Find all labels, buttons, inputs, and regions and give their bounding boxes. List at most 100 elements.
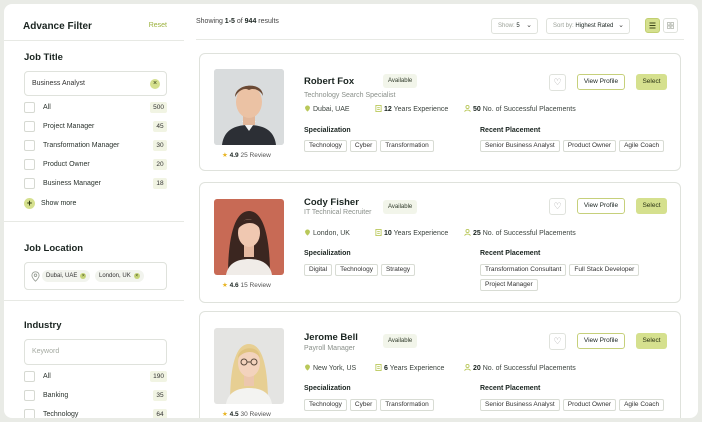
industry-option[interactable]: All 190 xyxy=(24,370,167,384)
candidate-rating: ★ 4.6 15 Review xyxy=(222,281,271,289)
results-panel: Showing 1-5 of 944 results Show: 5 ⌄ Sor… xyxy=(196,4,698,418)
user-icon xyxy=(464,229,471,236)
review-count: 25 xyxy=(240,152,248,159)
job-title-option[interactable]: All 500 xyxy=(24,101,167,115)
favorite-heart-icon[interactable]: ♡ xyxy=(549,74,566,91)
results-of: of xyxy=(234,18,245,25)
candidate-card[interactable]: ★ 4.6 15 Review Cody Fisher Available IT… xyxy=(199,182,681,303)
toolbar-divider xyxy=(196,39,684,40)
job-title-option[interactable]: Transformation Manager 30 xyxy=(24,139,167,153)
favorite-heart-icon[interactable]: ♡ xyxy=(549,333,566,350)
clear-icon[interactable]: × xyxy=(150,79,160,89)
job-title-option[interactable]: Business Manager 18 xyxy=(24,177,167,191)
results-prefix: Showing xyxy=(196,18,225,25)
industry-option[interactable]: Banking 35 xyxy=(24,389,167,403)
job-location-input[interactable]: Dubai, UAE × London, UK × xyxy=(24,262,167,290)
tag: Product Owner xyxy=(562,140,617,152)
location-pin-icon xyxy=(31,271,40,282)
job-location-heading: Job Location xyxy=(24,243,84,254)
checkbox[interactable] xyxy=(24,159,35,170)
select-button[interactable]: Select xyxy=(636,74,667,90)
favorite-heart-icon[interactable]: ♡ xyxy=(549,198,566,215)
checkbox[interactable] xyxy=(24,178,35,189)
checkbox[interactable] xyxy=(24,409,35,418)
chip-label: Dubai, UAE xyxy=(46,273,78,279)
view-profile-button[interactable]: View Profile xyxy=(577,333,625,349)
grid-view-button[interactable] xyxy=(663,18,678,33)
candidate-card[interactable]: ★ 4.5 30 Review Jerome Bell Available Pa… xyxy=(199,311,681,418)
results-range: 1-5 xyxy=(224,18,235,25)
candidate-location: London, UK xyxy=(304,229,350,237)
divider xyxy=(4,40,184,41)
plus-icon: + xyxy=(24,198,35,209)
list-view-button[interactable] xyxy=(645,18,660,33)
location-chip[interactable]: Dubai, UAE × xyxy=(42,270,91,282)
remove-chip-icon[interactable]: × xyxy=(80,273,87,279)
specialization-tags: Digital Technology Strategy xyxy=(304,264,474,276)
select-button[interactable]: Select xyxy=(636,198,667,214)
option-count: 35 xyxy=(153,390,167,401)
location-chip[interactable]: London, UK × xyxy=(95,270,144,282)
option-count: 30 xyxy=(153,140,167,151)
location-text: London, UK xyxy=(313,230,350,237)
status-badge: Available xyxy=(383,200,418,214)
view-profile-button[interactable]: View Profile xyxy=(577,198,625,214)
candidate-role: Technology Search Specialist xyxy=(304,92,396,99)
option-label: Technology xyxy=(43,411,79,418)
user-icon xyxy=(464,105,471,112)
sort-value: Highest Rated xyxy=(575,23,614,29)
specialization-tags: Technology Cyber Transformation xyxy=(304,140,474,152)
tag: Full Stack Developer xyxy=(569,264,640,276)
checkbox[interactable] xyxy=(24,102,35,113)
candidate-rating: ★ 4.9 25 Review xyxy=(222,151,271,159)
reset-link[interactable]: Reset xyxy=(149,22,167,29)
select-button[interactable]: Select xyxy=(636,333,667,349)
years-value: 12 xyxy=(384,106,392,113)
industry-option[interactable]: Technology 64 xyxy=(24,408,167,418)
candidate-card[interactable]: ★ 4.9 25 Review Robert Fox Available Tec… xyxy=(199,53,681,171)
tag: Senior Business Analyst xyxy=(480,140,560,152)
checkbox[interactable] xyxy=(24,390,35,401)
sort-select[interactable]: Sort by: Highest Rated ⌄ xyxy=(546,18,630,34)
location-text: Dubai, UAE xyxy=(313,106,350,113)
specialization-heading: Specialization xyxy=(304,385,351,392)
rating-value: 4.9 xyxy=(229,152,239,159)
industry-keyword-input[interactable]: Keyword xyxy=(24,339,167,365)
candidate-photo xyxy=(214,328,284,404)
show-count-select[interactable]: Show: 5 ⌄ xyxy=(491,18,538,34)
location-pin-icon xyxy=(305,229,310,236)
candidate-name: Cody Fisher xyxy=(304,197,359,208)
specialization-heading: Specialization xyxy=(304,127,351,134)
industry-heading: Industry xyxy=(24,320,62,331)
option-label: Banking xyxy=(43,392,69,399)
results-total: 944 xyxy=(244,18,257,25)
star-icon: ★ xyxy=(222,152,228,159)
document-icon xyxy=(375,229,382,236)
candidate-experience: 6 Years Experience xyxy=(375,364,444,372)
candidate-placements: 20 No. of Successful Placements xyxy=(464,364,576,372)
option-label: Product Owner xyxy=(43,161,90,168)
job-title-search-value: Business Analyst xyxy=(32,80,85,87)
location-pin-icon xyxy=(305,105,310,112)
job-title-search-input[interactable]: Business Analyst × xyxy=(24,71,167,96)
recent-placement-tags: Transformation Consultant Full Stack Dev… xyxy=(480,264,675,291)
checkbox[interactable] xyxy=(24,140,35,151)
specialization-heading: Specialization xyxy=(304,250,351,257)
placements-value: 20 xyxy=(473,365,481,372)
job-title-option[interactable]: Product Owner 20 xyxy=(24,158,167,172)
checkbox[interactable] xyxy=(24,121,35,132)
tag: Transformation Consultant xyxy=(480,264,567,276)
user-icon xyxy=(464,364,471,371)
candidate-photo xyxy=(214,199,284,275)
tag: Cyber xyxy=(349,140,378,152)
app-frame: Advance Filter Reset Job Title Business … xyxy=(4,4,698,418)
placements-label: No. of Successful Placements xyxy=(482,230,576,237)
option-count: 20 xyxy=(153,159,167,170)
filter-title: Advance Filter xyxy=(23,21,92,32)
years-value: 10 xyxy=(384,230,392,237)
checkbox[interactable] xyxy=(24,371,35,382)
job-title-option[interactable]: Project Manager 45 xyxy=(24,120,167,134)
view-profile-button[interactable]: View Profile xyxy=(577,74,625,90)
rating-value: 4.6 xyxy=(229,282,239,289)
remove-chip-icon[interactable]: × xyxy=(133,273,140,279)
